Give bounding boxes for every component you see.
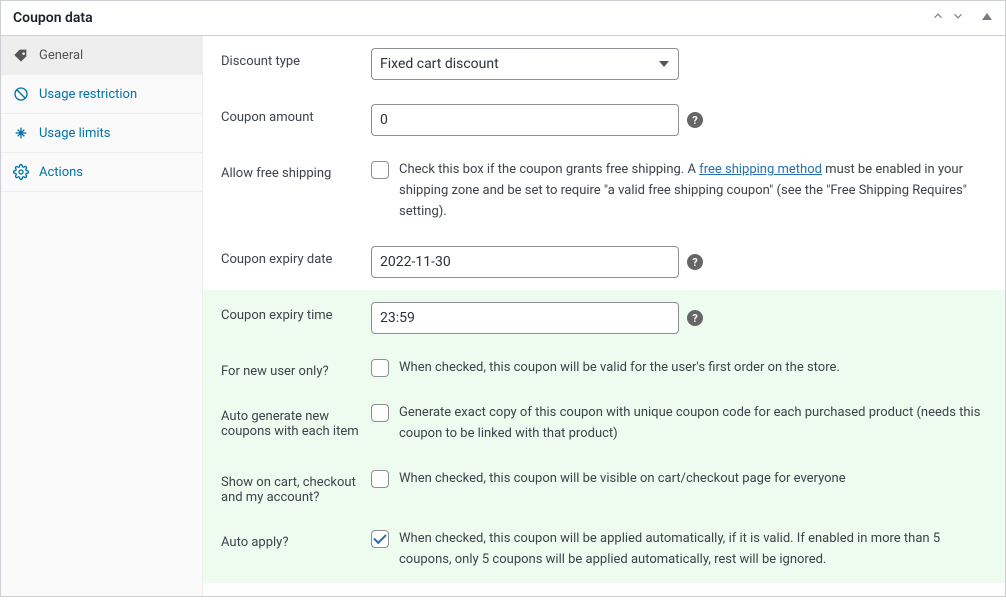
- field-label: Auto generate new coupons with each item: [221, 403, 371, 439]
- field-row-expiry-date: Coupon expiry date ?: [203, 234, 1005, 290]
- auto-generate-checkbox[interactable]: [371, 404, 389, 422]
- field-row-auto-generate: Auto generate new coupons with each item…: [203, 391, 1005, 457]
- field-row-auto-apply: Auto apply? When checked, this coupon wi…: [203, 517, 1005, 583]
- field-row-new-user: For new user only? When checked, this co…: [203, 346, 1005, 391]
- free-shipping-checkbox[interactable]: [371, 161, 389, 179]
- expiry-date-input[interactable]: [371, 246, 679, 278]
- sidebar-item-actions[interactable]: Actions: [1, 153, 202, 192]
- field-label: Auto apply?: [221, 529, 371, 550]
- field-label: Coupon expiry date: [221, 246, 371, 267]
- new-user-checkbox[interactable]: [371, 359, 389, 377]
- field-label: Discount type: [221, 48, 371, 69]
- tag-icon: [13, 47, 29, 63]
- auto-apply-checkbox[interactable]: [371, 530, 389, 548]
- help-icon[interactable]: ?: [687, 112, 703, 128]
- sidebar-item-label: Usage restriction: [39, 87, 137, 102]
- move-down-icon[interactable]: [951, 9, 965, 27]
- coupon-amount-input[interactable]: [371, 104, 679, 136]
- field-row-show-cart: Show on cart, checkout and my account? W…: [203, 457, 1005, 517]
- discount-type-select[interactable]: Fixed cart discount: [371, 48, 679, 80]
- auto-apply-desc: When checked, this coupon will be applie…: [399, 529, 987, 571]
- field-label: Allow free shipping: [221, 160, 371, 181]
- help-icon[interactable]: ?: [687, 254, 703, 270]
- toggle-panel-icon[interactable]: [981, 10, 993, 26]
- sidebar-item-label: General: [39, 48, 83, 63]
- field-row-free-shipping: Allow free shipping Check this box if th…: [203, 148, 1005, 234]
- field-label: Coupon expiry time: [221, 302, 371, 323]
- move-up-icon[interactable]: [931, 9, 945, 27]
- field-row-coupon-amount: Coupon amount ?: [203, 92, 1005, 148]
- sidebar-item-usage-restriction[interactable]: Usage restriction: [1, 75, 202, 114]
- new-user-desc: When checked, this coupon will be valid …: [399, 358, 840, 379]
- panel-title: Coupon data: [13, 10, 93, 26]
- block-icon: [13, 86, 29, 102]
- sidebar-item-usage-limits[interactable]: Usage limits: [1, 114, 202, 153]
- help-icon[interactable]: ?: [687, 310, 703, 326]
- panel-body: General Usage restriction Usage limits A…: [1, 36, 1005, 596]
- field-label: For new user only?: [221, 358, 371, 379]
- panel-sidebar: General Usage restriction Usage limits A…: [1, 36, 203, 596]
- field-row-discount-type: Discount type Fixed cart discount: [203, 36, 1005, 92]
- free-shipping-link[interactable]: free shipping method: [699, 162, 822, 177]
- show-cart-desc: When checked, this coupon will be visibl…: [399, 469, 846, 490]
- gear-icon: [13, 164, 29, 180]
- field-label: Show on cart, checkout and my account?: [221, 469, 371, 505]
- panel-controls: [931, 9, 993, 27]
- show-cart-checkbox[interactable]: [371, 470, 389, 488]
- sidebar-item-label: Actions: [39, 165, 83, 180]
- panel-header: Coupon data: [1, 1, 1005, 36]
- field-row-expiry-time: Coupon expiry time ?: [203, 290, 1005, 346]
- limits-icon: [13, 125, 29, 141]
- field-label: Coupon amount: [221, 104, 371, 125]
- panel-main: Discount type Fixed cart discount Coupon…: [203, 36, 1005, 596]
- expiry-time-input[interactable]: [371, 302, 679, 334]
- sidebar-item-general[interactable]: General: [1, 36, 202, 75]
- coupon-data-panel: Coupon data General Usage restriction Us…: [0, 0, 1006, 597]
- free-shipping-desc: Check this box if the coupon grants free…: [399, 160, 987, 222]
- auto-generate-desc: Generate exact copy of this coupon with …: [399, 403, 987, 445]
- sidebar-item-label: Usage limits: [39, 126, 110, 141]
